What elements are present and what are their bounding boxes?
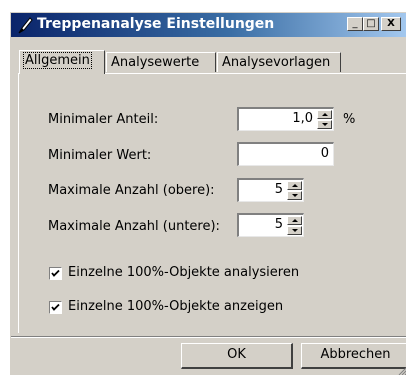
max-upper-value: 5 (274, 182, 283, 197)
ok-button[interactable]: OK (181, 343, 293, 369)
min-share-label: Minimaler Anteil: (48, 112, 159, 127)
checkmark-icon (51, 269, 60, 277)
max-lower-spinner[interactable] (287, 216, 302, 235)
title-bar[interactable]: Treppenanalyse Einstellungen _ □ X (11, 13, 406, 37)
spin-down-icon[interactable] (287, 226, 302, 235)
close-button[interactable]: X (381, 17, 401, 31)
min-share-unit: % (343, 112, 356, 127)
min-share-spinner[interactable] (317, 110, 332, 129)
maximize-button[interactable]: □ (363, 17, 379, 31)
cancel-button[interactable]: Abbrechen (301, 343, 406, 369)
spin-down-icon[interactable] (317, 120, 332, 129)
spin-up-icon[interactable] (287, 181, 302, 190)
button-separator (11, 336, 406, 338)
spin-up-icon[interactable] (317, 110, 332, 119)
tab-analysewerte-label: Analysewerte (111, 55, 200, 70)
max-upper-label: Maximale Anzahl (obere): (48, 183, 215, 198)
min-share-spinbox[interactable]: 1,0 (237, 107, 334, 131)
tab-strip: Allgemein Analysewerte Analysevorlagen (11, 49, 406, 74)
max-lower-spinbox[interactable]: 5 (237, 213, 304, 237)
settings-dialog: Treppenanalyse Einstellungen _ □ X Allge… (10, 12, 406, 375)
checkmark-icon (51, 303, 60, 311)
min-value-value: 0 (320, 146, 329, 161)
analyze-objects-label: Einzelne 100%-Objekte analysieren (68, 265, 300, 280)
spin-up-icon[interactable] (287, 216, 302, 225)
min-share-value: 1,0 (292, 111, 313, 126)
tab-allgemein-label: Allgemein (23, 52, 92, 69)
tab-analysevorlagen[interactable]: Analysevorlagen (217, 52, 341, 72)
max-upper-spinner[interactable] (287, 181, 302, 200)
resize-grip-icon[interactable] (395, 367, 406, 375)
tab-analysevorlagen-label: Analysevorlagen (222, 55, 331, 70)
pen-icon (18, 17, 33, 34)
minimize-button[interactable]: _ (347, 17, 363, 31)
max-upper-spinbox[interactable]: 5 (237, 178, 304, 202)
analyze-objects-checkbox[interactable] (49, 267, 62, 280)
window-title: Treppenanalyse Einstellungen (37, 16, 275, 32)
spin-down-icon[interactable] (287, 191, 302, 200)
max-lower-label: Maximale Anzahl (untere): (48, 219, 220, 234)
max-lower-value: 5 (274, 217, 283, 232)
min-value-label: Minimaler Wert: (48, 148, 152, 163)
tab-allgemein[interactable]: Allgemein (19, 50, 105, 74)
min-value-field[interactable]: 0 (237, 142, 334, 166)
show-objects-label: Einzelne 100%-Objekte anzeigen (68, 299, 284, 314)
show-objects-checkbox[interactable] (49, 301, 62, 314)
tab-analysewerte[interactable]: Analysewerte (106, 52, 216, 72)
